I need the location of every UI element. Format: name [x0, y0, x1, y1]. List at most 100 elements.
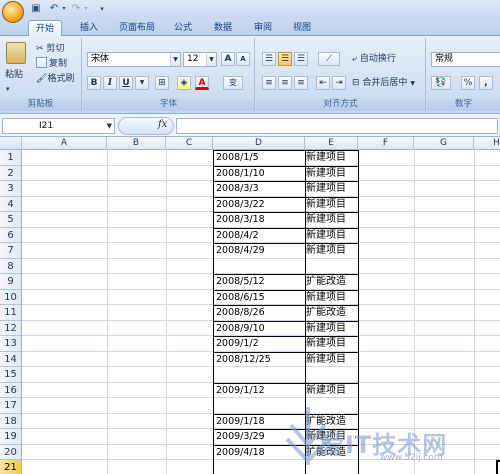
cell-date[interactable]: 2008/1/5 — [213, 151, 305, 165]
tab-review[interactable]: 审阅 — [250, 20, 276, 36]
cell-type[interactable]: 新建项目 — [305, 167, 358, 181]
row-header-19[interactable]: 19 — [0, 429, 22, 445]
percent-button[interactable]: % — [461, 76, 475, 90]
tab-formulas[interactable]: 公式 — [170, 20, 196, 36]
align-top-button[interactable]: ☰ — [262, 52, 276, 66]
column-header-e[interactable]: E — [305, 137, 358, 150]
name-box[interactable]: I21 ▼ — [2, 118, 115, 134]
column-header-c[interactable]: C — [166, 137, 213, 150]
cell-date[interactable]: 2008/9/10 — [213, 322, 305, 336]
bold-button[interactable]: B — [87, 76, 101, 90]
cell-date[interactable]: 2008/12/25 — [213, 353, 305, 367]
row-header-8[interactable]: 8 — [0, 258, 22, 274]
cell-type[interactable]: 新建项目 — [305, 182, 358, 196]
decrease-indent-button[interactable]: ⇤ — [316, 76, 330, 90]
cell-type[interactable]: 新建项目 — [305, 198, 358, 212]
tab-page-layout[interactable]: 页面布局 — [112, 20, 162, 36]
cell-date[interactable]: 2009/1/12 — [213, 384, 305, 398]
fill-color-button[interactable]: ◈ — [177, 76, 191, 90]
align-right-button[interactable]: ≡ — [294, 76, 308, 90]
row-header-7[interactable]: 7 — [0, 243, 22, 259]
row-header-1[interactable]: 1 — [0, 150, 22, 166]
row-header-5[interactable]: 5 — [0, 212, 22, 228]
comma-button[interactable]: , — [479, 76, 493, 90]
phonetic-button[interactable]: 变 — [223, 76, 243, 90]
office-button[interactable] — [2, 1, 24, 23]
row-header-20[interactable]: 20 — [0, 444, 22, 460]
cell-date[interactable]: 2009/1/2 — [213, 337, 305, 351]
row-header-16[interactable]: 16 — [0, 382, 22, 398]
formula-input[interactable] — [176, 118, 498, 134]
cell-type[interactable]: 新建项目 — [305, 291, 358, 305]
active-cell[interactable] — [496, 460, 500, 474]
paste-icon[interactable] — [6, 42, 26, 64]
cell-type[interactable]: 扩能改造 — [305, 275, 358, 289]
cell-date[interactable]: 2008/1/10 — [213, 167, 305, 181]
row-header-4[interactable]: 4 — [0, 196, 22, 212]
column-header-d[interactable]: D — [213, 137, 305, 150]
cell-type[interactable]: 新建项目 — [305, 337, 358, 351]
font-size-select[interactable]: 12 ▼ — [183, 52, 217, 67]
number-format-select[interactable]: 常规 — [431, 52, 500, 67]
insert-function-button[interactable]: fx — [158, 119, 167, 130]
orientation-button[interactable]: ⟋ — [318, 52, 340, 66]
paste-dropdown-icon[interactable]: ▾ — [6, 82, 10, 96]
cell-date[interactable]: 2008/8/26 — [213, 306, 305, 320]
cell-date[interactable]: 2008/3/18 — [213, 213, 305, 227]
wrap-text-button[interactable]: ⤶ 自动换行 — [352, 52, 396, 66]
customize-qa-icon[interactable]: ▾ — [96, 3, 108, 15]
cell-date[interactable]: 2008/4/29 — [213, 244, 305, 258]
cell-type[interactable]: 新建项目 — [305, 353, 358, 367]
row-header-12[interactable]: 12 — [0, 320, 22, 336]
align-middle-button[interactable]: ☰ — [278, 52, 292, 66]
copy-button[interactable]: 复制 — [36, 57, 67, 71]
row-header-9[interactable]: 9 — [0, 274, 22, 290]
column-header-b[interactable]: B — [107, 137, 166, 150]
row-header-6[interactable]: 6 — [0, 227, 22, 243]
grow-font-button[interactable]: A — [221, 52, 235, 66]
align-bottom-button[interactable]: ☰ — [294, 52, 308, 66]
tab-view[interactable]: 视图 — [289, 20, 315, 36]
increase-indent-button[interactable]: ⇥ — [332, 76, 346, 90]
row-header-17[interactable]: 17 — [0, 398, 22, 414]
select-all-corner[interactable] — [0, 137, 22, 150]
redo-dropdown-icon[interactable]: ▾ — [80, 3, 92, 15]
save-icon[interactable]: ▣ — [30, 3, 42, 15]
format-painter-button[interactable]: 🖌格式刷 — [36, 72, 74, 86]
column-header-f[interactable]: F — [358, 137, 414, 150]
tab-home[interactable]: 开始 — [28, 20, 62, 37]
accounting-format-button[interactable]: 💱 — [431, 76, 451, 90]
font-color-button[interactable]: A — [195, 76, 209, 90]
row-header-2[interactable]: 2 — [0, 165, 22, 181]
cell-type[interactable]: 新建项目 — [305, 322, 358, 336]
column-header-h[interactable]: H — [474, 137, 500, 150]
paste-button[interactable]: 粘贴 — [5, 68, 23, 82]
tab-insert[interactable]: 插入 — [76, 20, 102, 36]
row-header-14[interactable]: 14 — [0, 351, 22, 367]
cell-type[interactable]: 扩能改造 — [305, 306, 358, 320]
tab-data[interactable]: 数据 — [210, 20, 236, 36]
column-header-g[interactable]: G — [414, 137, 474, 150]
italic-button[interactable]: I — [103, 76, 117, 90]
row-header-13[interactable]: 13 — [0, 336, 22, 352]
merge-center-button[interactable]: ⊟ 合并后居中 ▼ — [352, 76, 415, 91]
undo-dropdown-icon[interactable]: ▾ — [58, 3, 70, 15]
cell-date[interactable]: 2008/6/15 — [213, 291, 305, 305]
cell-type[interactable]: 新建项目 — [305, 213, 358, 227]
cell-date[interactable]: 2008/5/12 — [213, 275, 305, 289]
align-left-button[interactable]: ≡ — [262, 76, 276, 90]
row-header-21[interactable]: 21 — [0, 460, 22, 474]
row-header-18[interactable]: 18 — [0, 413, 22, 429]
align-center-button[interactable]: ≡ — [278, 76, 292, 90]
cell-type[interactable]: 新建项目 — [305, 384, 358, 398]
underline-button[interactable]: U — [119, 76, 133, 90]
row-header-15[interactable]: 15 — [0, 367, 22, 383]
border-button[interactable]: ⊞ — [155, 76, 169, 90]
row-header-3[interactable]: 3 — [0, 181, 22, 197]
cut-button[interactable]: ✂ 剪切 — [36, 42, 64, 56]
font-name-select[interactable]: 宋体 ▼ — [87, 52, 181, 67]
shrink-font-button[interactable]: A — [236, 52, 250, 66]
cell-date[interactable]: 2008/3/22 — [213, 198, 305, 212]
underline-dropdown-icon[interactable]: ▼ — [135, 76, 149, 90]
row-header-10[interactable]: 10 — [0, 289, 22, 305]
